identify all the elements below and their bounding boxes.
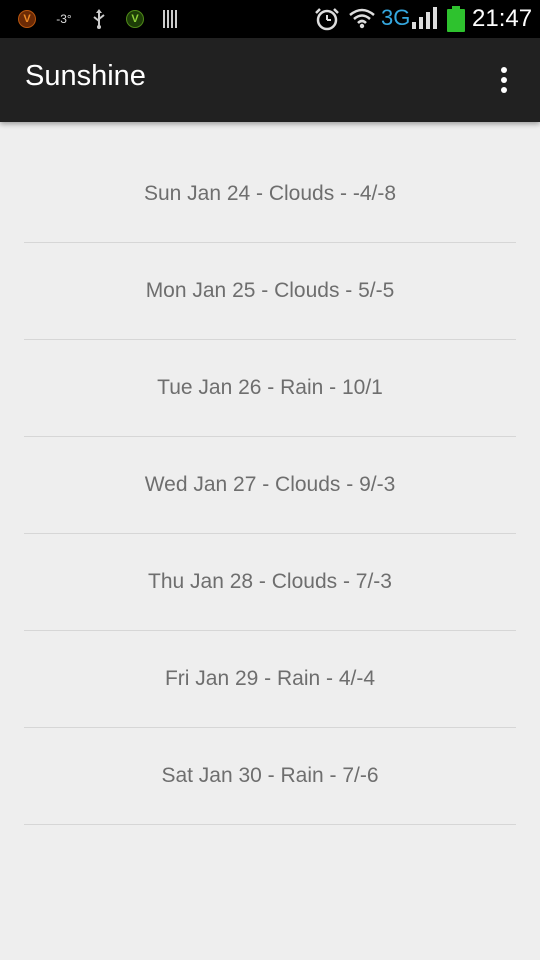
viber-orange-icon: V: [16, 0, 38, 38]
menu-dot: [501, 77, 507, 83]
network-type-label: 3G: [381, 5, 411, 30]
action-bar: Sunshine: [0, 38, 540, 122]
forecast-list: Sun Jan 24 - Clouds - -4/-8 Mon Jan 25 -…: [24, 146, 516, 825]
forecast-list-item[interactable]: Fri Jan 29 - Rain - 4/-4: [24, 631, 516, 728]
wifi-icon: [349, 7, 375, 29]
usb-icon: [88, 0, 110, 38]
forecast-list-item[interactable]: Sun Jan 24 - Clouds - -4/-8: [24, 146, 516, 243]
forecast-list-item[interactable]: Thu Jan 28 - Clouds - 7/-3: [24, 534, 516, 631]
forecast-list-item[interactable]: Mon Jan 25 - Clouds - 5/-5: [24, 243, 516, 340]
status-bar: V -3° V 3G 21:47: [0, 0, 540, 38]
forecast-list-item[interactable]: Tue Jan 26 - Rain - 10/1: [24, 340, 516, 437]
signal-strength-icon: [412, 6, 438, 30]
viber-green-icon: V: [124, 0, 146, 38]
alarm-icon: [314, 7, 340, 31]
menu-dot: [501, 87, 507, 93]
barcode-icon: [160, 0, 182, 38]
forecast-list-item[interactable]: Sat Jan 30 - Rain - 7/-6: [24, 728, 516, 825]
forecast-list-item[interactable]: Wed Jan 27 - Clouds - 9/-3: [24, 437, 516, 534]
app-title: Sunshine: [25, 60, 146, 92]
menu-dot: [501, 67, 507, 73]
battery-icon: [447, 6, 465, 32]
status-clock: 21:47: [472, 5, 533, 32]
more-vert-icon[interactable]: [488, 60, 520, 100]
temperature-icon: -3°: [56, 12, 72, 26]
